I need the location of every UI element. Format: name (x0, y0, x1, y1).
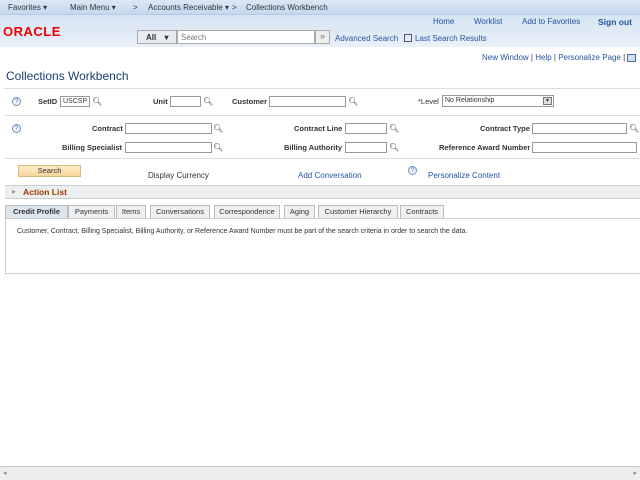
favorites-menu[interactable]: Favorites ▾ (8, 3, 47, 12)
breadcrumb-separator: > (133, 3, 138, 12)
contract-type-label: Contract Type (480, 124, 530, 133)
unit-input[interactable] (170, 96, 201, 107)
tab-items[interactable]: Items (116, 205, 146, 219)
page-bar: New Window | Help | Personalize Page | (482, 53, 637, 62)
search-go-button[interactable]: » (315, 30, 330, 44)
divider (4, 158, 640, 159)
action-list-title: Action List (23, 187, 67, 197)
lookup-icon[interactable]: 🔍︎ (92, 97, 102, 106)
reference-award-label: Reference Award Number (439, 143, 531, 152)
display-currency-link[interactable]: Display Currency (148, 171, 209, 180)
help-icon[interactable]: ? (12, 97, 21, 106)
lookup-icon[interactable]: 🔍︎ (629, 124, 639, 133)
add-conversation-link[interactable]: Add Conversation (298, 171, 362, 180)
main-menu-label: Main Menu (70, 3, 110, 12)
lookup-icon[interactable]: 🔍︎ (203, 97, 213, 106)
lookup-icon[interactable]: 🔍︎ (213, 143, 223, 152)
tab-payments[interactable]: Payments (68, 205, 115, 219)
divider (4, 115, 640, 116)
expand-icon: ▸ (12, 187, 17, 196)
lookup-icon[interactable]: 🔍︎ (389, 124, 399, 133)
lookup-icon[interactable]: 🔍︎ (389, 143, 399, 152)
divider (4, 88, 640, 89)
lookup-icon[interactable]: 🔍︎ (348, 97, 358, 106)
help-icon[interactable]: ? (12, 124, 21, 133)
customer-label: Customer (232, 97, 268, 106)
contract-label: Contract (92, 124, 123, 133)
add-to-favorites-link[interactable]: Add to Favorites (522, 17, 580, 26)
tab-customer-hierarchy[interactable]: Customer Hierarchy (318, 205, 398, 219)
action-list-bar[interactable]: ▸ Action List (5, 185, 640, 199)
lookup-icon[interactable]: 🔍︎ (213, 124, 223, 133)
tab-correspondence[interactable]: Correspondence (214, 205, 280, 219)
contract-input[interactable] (125, 123, 212, 134)
level-value: No Relationship (445, 97, 495, 104)
billing-authority-input[interactable] (345, 142, 387, 153)
last-search-results-link[interactable]: Last Search Results (415, 34, 487, 43)
home-link[interactable]: Home (433, 17, 454, 26)
tab-panel: Customer, Contract, Billing Specialist, … (5, 218, 640, 274)
help-link[interactable]: Help (535, 53, 551, 62)
level-select[interactable]: No Relationship ▾ (442, 95, 554, 107)
breadcrumb-current: Collections Workbench (246, 3, 328, 12)
billing-specialist-label: Billing Specialist (62, 143, 123, 152)
search-input[interactable] (177, 30, 315, 44)
nav-bar: Favorites ▾ Main Menu ▾ > Accounts Recei… (0, 0, 640, 15)
worklist-link[interactable]: Worklist (474, 17, 502, 26)
header: ORACLE Home Worklist Add to Favorites Si… (0, 15, 640, 47)
setid-label: SetID (38, 97, 58, 106)
billing-specialist-input[interactable] (125, 142, 212, 153)
help-icon[interactable]: ? (408, 166, 417, 175)
sign-out-link[interactable]: Sign out (598, 17, 632, 27)
scroll-right-icon[interactable]: ▸ (633, 469, 637, 477)
grid-icon[interactable] (627, 53, 637, 62)
scroll-left-icon[interactable]: ◂ (3, 469, 7, 477)
main-menu[interactable]: Main Menu ▾ (70, 3, 116, 12)
breadcrumb-accounts-receivable[interactable]: Accounts Receivable ▾ (148, 3, 229, 12)
page-title: Collections Workbench (6, 69, 129, 83)
contract-line-label: Contract Line (294, 124, 343, 133)
breadcrumb-separator: > (232, 3, 237, 12)
contract-line-input[interactable] (345, 123, 387, 134)
last-search-results-icon (404, 34, 412, 42)
contract-type-input[interactable] (532, 123, 627, 134)
horizontal-scrollbar[interactable]: ◂ ▸ (0, 466, 640, 480)
tab-contracts[interactable]: Contracts (400, 205, 444, 219)
oracle-logo: ORACLE (3, 24, 61, 39)
advanced-search-link[interactable]: Advanced Search (335, 34, 398, 43)
search-button[interactable]: Search (18, 165, 81, 177)
tab-credit-profile[interactable]: Credit Profile (5, 205, 68, 219)
search-scope-value: All (146, 33, 157, 42)
level-label: *Level (418, 97, 439, 106)
reference-award-input[interactable] (532, 142, 637, 153)
search-criteria-message: Customer, Contract, Billing Specialist, … (17, 228, 468, 235)
search-scope-select[interactable]: All ▾ (137, 30, 177, 44)
accounts-receivable-label: Accounts Receivable (148, 3, 223, 12)
chevron-down-icon: ▾ (164, 33, 169, 42)
personalize-content-link[interactable]: Personalize Content (428, 171, 500, 180)
tab-aging[interactable]: Aging (284, 205, 315, 219)
tab-conversations[interactable]: Conversations (150, 205, 210, 219)
setid-input[interactable]: USCSP (60, 96, 90, 107)
customer-input[interactable] (269, 96, 346, 107)
billing-authority-label: Billing Authority (284, 143, 343, 152)
favorites-label: Favorites (8, 3, 41, 12)
chevron-down-icon: ▾ (543, 97, 552, 105)
unit-label: Unit (153, 97, 168, 106)
new-window-link[interactable]: New Window (482, 53, 529, 62)
personalize-page-link[interactable]: Personalize Page (558, 53, 621, 62)
